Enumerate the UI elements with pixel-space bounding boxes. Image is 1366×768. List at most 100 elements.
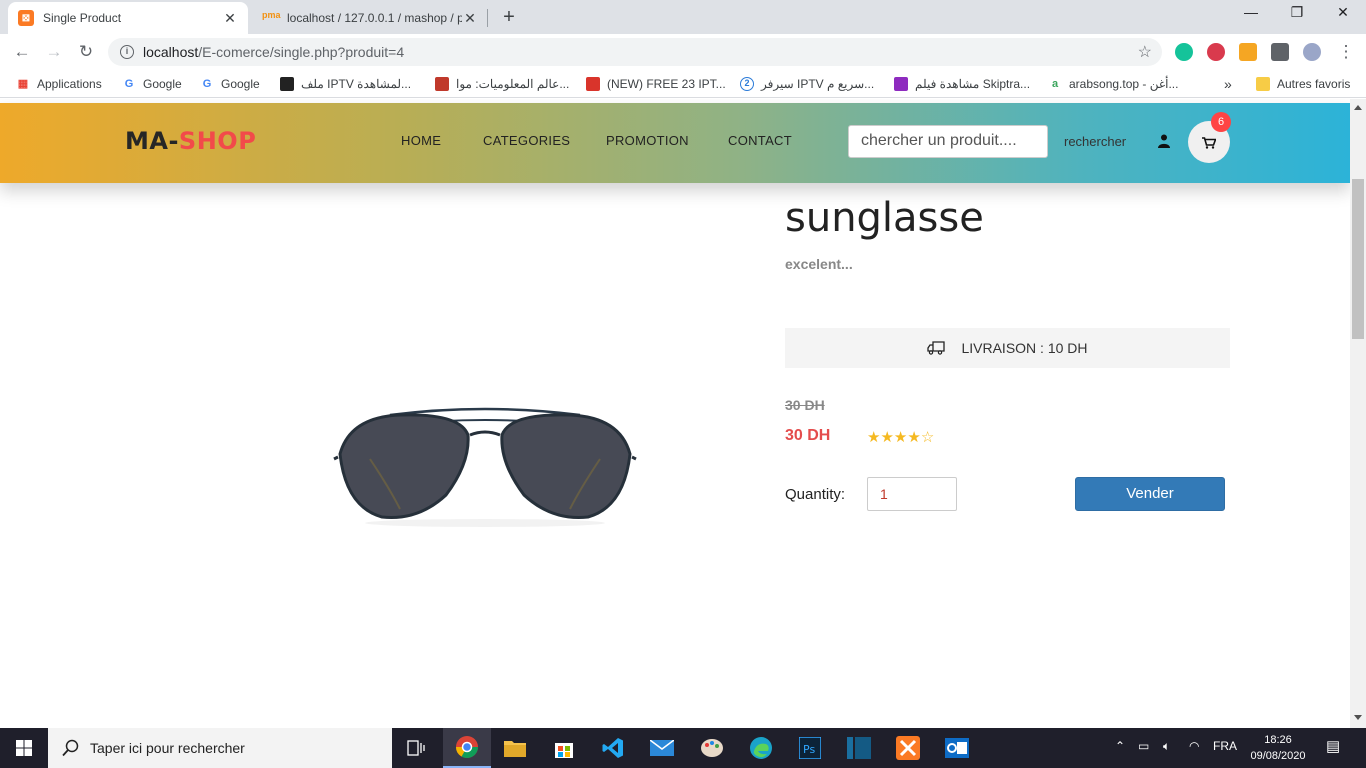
notifications-icon[interactable]: ▤ — [1326, 737, 1340, 755]
volume-icon[interactable]: 🔈︎ — [1163, 739, 1170, 754]
google-icon: G — [124, 78, 134, 90]
current-price: 30 DH — [785, 427, 831, 444]
mail-icon[interactable] — [638, 728, 686, 768]
bookmark-apps[interactable]: ▦ Applications — [16, 76, 102, 92]
clock-date: 09/08/2020 — [1250, 750, 1306, 762]
scrollbar-thumb[interactable] — [1352, 179, 1364, 339]
svg-text:Ps: Ps — [803, 743, 815, 756]
nav-categories[interactable]: CATEGORIES — [483, 133, 570, 148]
tab-single-product[interactable]: ⊠ Single Product ✕ — [8, 2, 248, 34]
product-title: sunglasse — [785, 195, 984, 241]
site-header: MA-SHOP HOME CATEGORIES PROMOTION CONTAC… — [0, 103, 1350, 183]
bookmark-iptv-server[interactable]: 2 سيرفر IPTV سريع م... — [740, 76, 874, 92]
bookmark-arabsong[interactable]: a arabsong.top - أغن... — [1048, 76, 1179, 92]
photoshop-icon[interactable]: Ps — [786, 728, 834, 768]
minimize-button[interactable]: — — [1228, 4, 1274, 20]
star-filled-icon: ★ — [880, 429, 894, 446]
bookmark-label: Applications — [37, 77, 102, 91]
bookmark-label: Google — [143, 77, 182, 91]
grammarly-icon[interactable] — [1175, 43, 1193, 61]
bookmark-google[interactable]: G Google — [200, 76, 260, 92]
bookmark-site-icon — [280, 77, 294, 91]
windows-logo-icon — [16, 740, 32, 756]
vender-button[interactable]: Vender — [1075, 477, 1225, 511]
windows-taskbar: Taper ici pour rechercher Ps ⌃ ▭ 🔈︎ ◠ FR… — [0, 728, 1366, 768]
nav-home[interactable]: HOME — [401, 133, 441, 148]
show-hidden-icons-icon[interactable]: ⌃ — [1115, 739, 1125, 753]
maximize-button[interactable]: ❐ — [1274, 4, 1320, 21]
close-window-button[interactable]: ✕ — [1320, 4, 1366, 21]
task-view-icon[interactable] — [392, 728, 440, 768]
bookmark-label: ملف IPTV لمشاهدة... — [301, 77, 412, 91]
search-button[interactable]: rechercher — [1064, 134, 1126, 149]
outlook-icon[interactable] — [933, 728, 981, 768]
forward-icon[interactable]: → — [42, 41, 66, 63]
tab-title: localhost / 127.0.0.1 / mashop / p — [287, 11, 462, 25]
nav-contact[interactable]: CONTACT — [728, 133, 792, 148]
bookmark-label: arabsong.top - أغن... — [1069, 77, 1179, 91]
star-filled-icon: ★ — [867, 429, 881, 446]
paint-icon[interactable] — [688, 728, 736, 768]
old-price: 30 DH — [785, 397, 825, 413]
star-filled-icon: ★ — [893, 429, 908, 446]
scroll-down-icon[interactable] — [1354, 715, 1362, 720]
taskbar-search-placeholder: Taper ici pour rechercher — [90, 740, 245, 756]
xampp-icon: ⊠ — [18, 10, 34, 26]
rating-stars: ★★★★☆ — [867, 428, 934, 446]
download-extension-icon[interactable] — [1207, 43, 1225, 61]
site-info-icon[interactable]: i — [120, 45, 134, 59]
language-indicator[interactable]: FRA — [1213, 739, 1237, 753]
apps-grid-icon: ▦ — [17, 78, 29, 90]
bookmark-label: مشاهدة فيلم Skiptra... — [915, 77, 1031, 91]
bookmarks-bar: ▦ Applications G Google G Google ملف IPT… — [0, 70, 1366, 98]
bookmark-free-iptv[interactable]: (NEW) FREE 23 IPT... — [586, 76, 726, 92]
address-bar[interactable]: i localhost/E-comerce/single.php?produit… — [108, 38, 1162, 66]
browser-toolbar: ← → ↻ i localhost/E-comerce/single.php?p… — [0, 34, 1366, 70]
bookmark-label: Autres favoris — [1277, 77, 1351, 91]
vscode-icon[interactable] — [589, 728, 637, 768]
bookmark-google[interactable]: G Google — [122, 76, 182, 92]
xampp-taskbar-icon[interactable] — [884, 728, 932, 768]
extension-icon[interactable] — [1239, 43, 1257, 61]
quantity-input[interactable]: 1 — [867, 477, 957, 511]
profile-avatar[interactable] — [1303, 43, 1321, 61]
microsoft-store-icon[interactable] — [540, 728, 588, 768]
file-explorer-icon[interactable] — [491, 728, 539, 768]
bookmark-iptv[interactable]: ملف IPTV لمشاهدة... — [280, 76, 411, 92]
product-description: excelent... — [785, 256, 853, 272]
close-tab-icon[interactable]: ✕ — [462, 10, 478, 27]
page-scrollbar[interactable] — [1350, 99, 1366, 728]
bookmark-movie[interactable]: مشاهدة فيلم Skiptra... — [894, 76, 1030, 92]
new-tab-button[interactable]: + — [498, 6, 520, 29]
bookmark-site-icon — [586, 77, 600, 91]
bookmarks-overflow[interactable]: » — [1224, 76, 1232, 92]
site-logo[interactable]: MA-SHOP — [125, 127, 256, 155]
system-clock[interactable]: 18:26 09/08/2020 — [1248, 732, 1308, 764]
tab-phpmyadmin[interactable]: pma localhost / 127.0.0.1 / mashop / p ✕ — [252, 2, 488, 34]
reload-icon[interactable]: ↻ — [74, 41, 98, 63]
tab-title: Single Product — [43, 11, 122, 25]
product-search-input[interactable]: chercher un produit.... — [848, 125, 1048, 158]
bookmark-other-favorites[interactable]: Autres favoris — [1256, 76, 1350, 92]
bookmark-star-icon[interactable]: ☆ — [1138, 42, 1152, 62]
kebab-menu-icon[interactable]: ⋮ — [1334, 41, 1358, 63]
user-icon[interactable] — [1158, 134, 1170, 148]
bookmark-site-icon: 2 — [740, 77, 754, 91]
edge-icon[interactable] — [737, 728, 785, 768]
close-tab-icon[interactable]: ✕ — [222, 10, 238, 27]
bookmark-informatics[interactable]: عالم المعلوميات: موا... — [435, 76, 569, 92]
nav-promotion[interactable]: PROMOTION — [606, 133, 689, 148]
chrome-icon[interactable] — [443, 728, 491, 768]
back-icon[interactable]: ← — [10, 41, 34, 63]
url-path: /E-comerce/single.php?produit=4 — [198, 44, 405, 60]
wifi-icon[interactable]: ◠ — [1189, 739, 1199, 753]
taskbar-search-input[interactable]: Taper ici pour rechercher — [48, 728, 392, 768]
battery-icon[interactable]: ▭ — [1138, 739, 1149, 753]
logo-part-1: MA- — [125, 127, 179, 155]
scroll-up-icon[interactable] — [1354, 105, 1362, 110]
clock-time: 18:26 — [1264, 734, 1292, 746]
app-icon[interactable] — [835, 728, 883, 768]
bookmark-site-icon — [435, 77, 449, 91]
puzzle-icon[interactable] — [1271, 43, 1289, 61]
start-button[interactable] — [0, 728, 48, 768]
